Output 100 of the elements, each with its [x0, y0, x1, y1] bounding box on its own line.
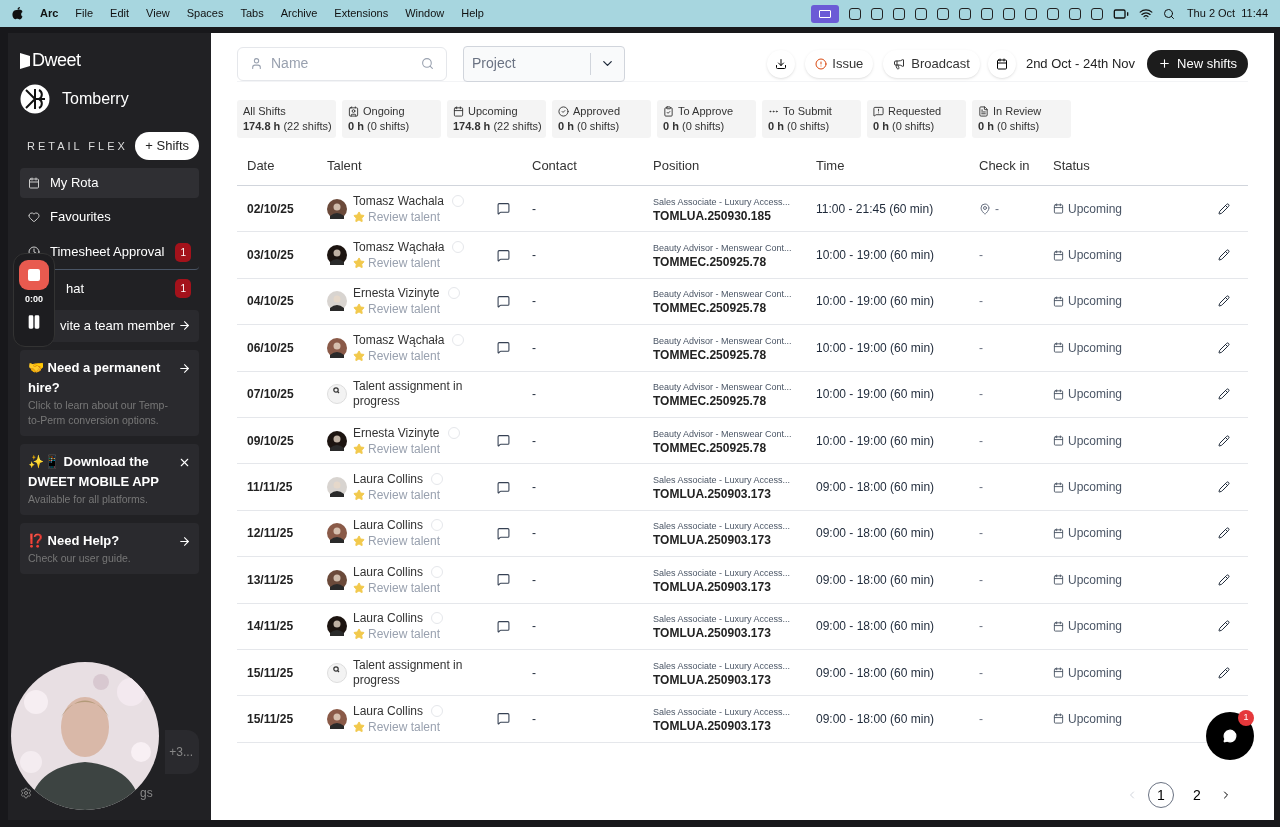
issue-button[interactable]: Issue: [805, 49, 874, 78]
talent-name[interactable]: Tomasz Wąchała: [353, 331, 445, 348]
date-cell-text: 13/11/25: [246, 571, 295, 589]
filter-tab[interactable]: Requested 0 h (0 shifts): [867, 100, 966, 138]
filter-tab[interactable]: To Approve 0 h (0 shifts): [657, 100, 756, 138]
date-cell-text: 02/10/25: [246, 200, 295, 218]
position-title: Beauty Advisor - Menswear Cont...: [653, 242, 793, 256]
time-cell-text: 09:00 - 18:00 (60 min): [816, 618, 936, 636]
name-input[interactable]: Name: [271, 53, 413, 74]
status-text: Upcoming: [1068, 711, 1123, 728]
menu-item[interactable]: Extensions: [334, 5, 389, 22]
filter-tab[interactable]: All Shifts 174.8 h (22 shifts): [237, 100, 336, 138]
position-title: Beauty Advisor - Menswear Cont...: [653, 288, 793, 302]
talent-name[interactable]: Laura Collins: [353, 517, 424, 534]
menu-item[interactable]: Tabs: [240, 5, 264, 22]
position-title: Sales Associate - Luxury Access...: [653, 706, 792, 719]
talent-name[interactable]: Ernesta Vizinyte: [353, 285, 440, 302]
position-title: Beauty Advisor - Menswear Cont...: [653, 334, 793, 348]
position-title: Beauty Advisor - Menswear Cont...: [653, 427, 793, 441]
contact-cell-text: -: [532, 664, 537, 682]
talent-name[interactable]: Laura Collins: [353, 563, 424, 580]
contact-cell-text: -: [532, 711, 537, 728]
position-title: Sales Associate - Luxury Access...: [653, 613, 792, 627]
status-text: Upcoming: [1068, 247, 1123, 265]
position-code: TOMLUA.250903.173: [653, 626, 772, 641]
filter-tab[interactable]: Upcoming 174.8 h (22 shifts): [447, 100, 546, 138]
date-cell-text: 12/11/25: [246, 525, 295, 543]
card-text: Available for all platforms.: [28, 491, 150, 507]
position-title: Sales Associate - Luxury Access...: [653, 474, 792, 488]
menu-item[interactable]: Edit: [110, 5, 130, 22]
app-menu[interactable]: Arc: [40, 5, 59, 22]
project-input[interactable]: Project: [472, 53, 590, 74]
menu-item[interactable]: View: [146, 5, 170, 22]
promo-card[interactable]: 🤝 Need a permanent hire? Click to learn about our Temp-to-Perm conversion options.: [20, 349, 199, 436]
promo-card[interactable]: ⁉ Need Help? Check our user guide.: [20, 522, 199, 574]
filter-tab[interactable]: Approved 0 h (0 shifts): [552, 100, 651, 138]
column-header: Status: [1053, 156, 1091, 175]
talent-name[interactable]: Ernesta Vizinyte: [353, 424, 440, 441]
card-title: ⁉ Need Help?: [28, 531, 121, 550]
column-header: Talent: [327, 156, 363, 175]
clock: Thu 2 Oct 11:44: [1186, 6, 1268, 22]
talent-name[interactable]: Tomasz Wąchała: [353, 239, 445, 256]
date-cell-text: 14/11/25: [246, 618, 295, 636]
position-code: TOMMEC.250925.78: [653, 347, 768, 362]
column-header: Contact: [532, 156, 578, 175]
menu-item[interactable]: Help: [461, 5, 484, 22]
new-shifts-button[interactable]: New shifts: [1147, 49, 1248, 78]
check-in-cell-text: -: [979, 664, 983, 682]
invite-label: vite a team member: [60, 316, 176, 335]
name-search-field[interactable]: Name: [237, 46, 447, 81]
add-shifts-button[interactable]: + Shifts: [135, 132, 199, 160]
check-in-cell-text: -: [979, 247, 983, 265]
card-text: Check our user guide.: [28, 550, 132, 566]
time-cell-text: 10:00 - 19:00 (60 min): [816, 432, 936, 450]
section-label: RETAIL FLEX: [27, 138, 128, 154]
brand-name: Dweet: [32, 49, 81, 72]
status-text: Upcoming: [1068, 664, 1123, 682]
contact-cell-text: -: [532, 386, 537, 404]
position-title: Beauty Advisor - Menswear Cont...: [653, 381, 793, 395]
nav-label: Timesheet Approval: [50, 243, 166, 262]
position-title: Sales Associate - Luxury Access...: [653, 520, 792, 534]
talent-name[interactable]: Laura Collins: [353, 703, 424, 719]
time-cell-text: 11:00 - 21:45 (60 min): [816, 200, 935, 218]
nav-item[interactable]: My Rota: [20, 167, 199, 198]
status-text: Upcoming: [1068, 432, 1123, 450]
filter-tab[interactable]: To Submit 0 h (0 shifts): [762, 100, 861, 138]
company-name: Tomberry: [62, 89, 129, 109]
column-header: Position: [653, 156, 701, 175]
page-button[interactable]: 2: [1184, 782, 1210, 808]
time-cell-text: 10:00 - 19:00 (60 min): [816, 247, 936, 265]
talent-name[interactable]: Tomasz Wachala: [353, 192, 444, 209]
menu-item[interactable]: Window: [405, 5, 445, 22]
talent-name[interactable]: Laura Collins: [353, 610, 424, 627]
recording-time: 0:00: [25, 293, 43, 306]
contact-cell-text: -: [532, 525, 537, 543]
nav-item[interactable]: Favourites: [20, 201, 199, 232]
talent-name[interactable]: Laura Collins: [353, 471, 424, 488]
chat-launcher-button[interactable]: 1: [1206, 712, 1254, 760]
menu-item[interactable]: Archive: [280, 5, 318, 22]
check-in-cell-text: -: [979, 571, 983, 589]
menu-item[interactable]: Spaces: [186, 5, 224, 22]
position-code: TOMLUA.250930.185: [653, 208, 772, 223]
date-cell-text: 15/11/25: [246, 711, 295, 728]
filter-tab[interactable]: Ongoing 0 h (0 shifts): [342, 100, 441, 138]
notification-badge: 1: [1238, 710, 1254, 726]
project-select[interactable]: Project: [463, 45, 625, 82]
promo-card[interactable]: ✨📱 Download the DWEET MOBILE APP Available for all platforms.: [20, 443, 199, 515]
nav-label: hat: [66, 279, 86, 298]
broadcast-button[interactable]: Broadcast: [883, 49, 980, 78]
menu-item[interactable]: File: [75, 5, 94, 22]
time-cell-text: 09:00 - 18:00 (60 min): [816, 711, 936, 728]
position-title: Sales Associate - Luxury Access...: [653, 566, 792, 580]
filter-tab[interactable]: In Review 0 h (0 shifts): [972, 100, 1071, 138]
time-cell-text: 09:00 - 18:00 (60 min): [816, 571, 936, 589]
user-pill[interactable]: +3...: [165, 730, 199, 774]
position-code: TOMMEC.250925.78: [653, 301, 768, 316]
date-range[interactable]: 2nd Oct - 24th Nov: [1025, 53, 1136, 74]
check-in-cell-text: -: [979, 339, 983, 357]
date-cell-text: 15/11/25: [246, 664, 295, 682]
position-code: TOMMEC.250925.78: [653, 440, 768, 455]
